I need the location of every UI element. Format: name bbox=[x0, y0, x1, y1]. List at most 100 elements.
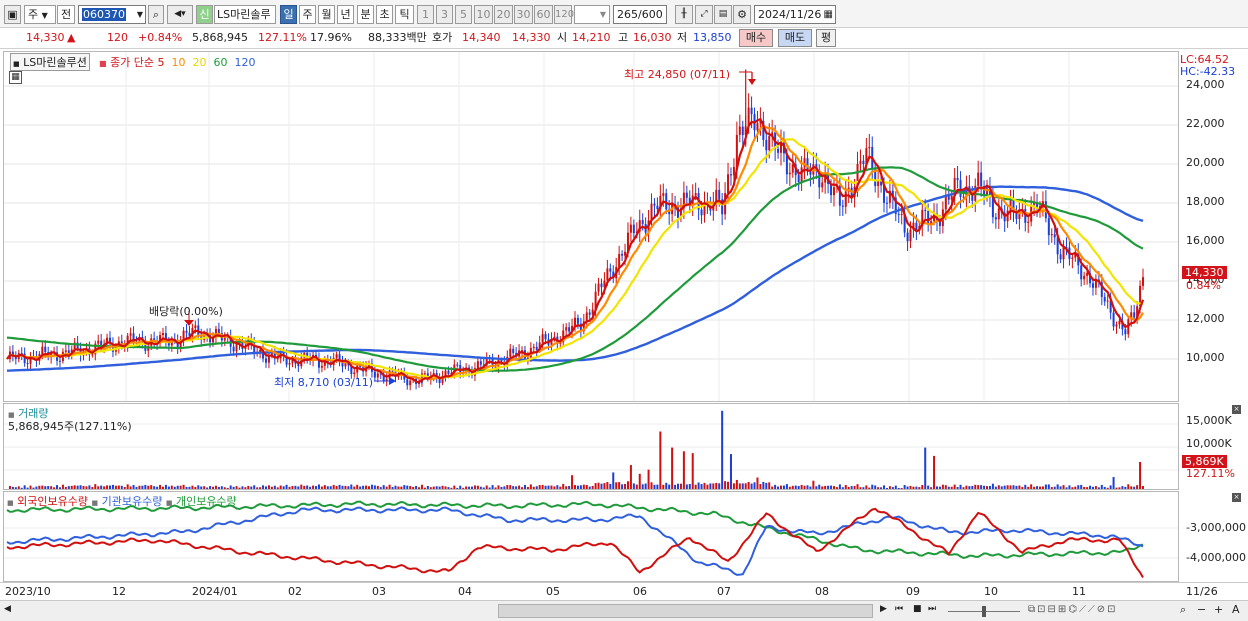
minute-1[interactable]: 1 bbox=[417, 5, 434, 24]
close-pane-icon[interactable]: × bbox=[1232, 493, 1241, 502]
volume-bar bbox=[1038, 486, 1041, 489]
volume-bar bbox=[135, 486, 138, 489]
zoom-handle[interactable] bbox=[982, 606, 986, 617]
volume-bar bbox=[117, 485, 120, 489]
minute-3[interactable]: 3 bbox=[436, 5, 453, 24]
count-input[interactable]: 265/600 bbox=[613, 5, 667, 24]
scroll-left-icon[interactable]: ◀ bbox=[4, 604, 11, 614]
institution-legend[interactable]: 기관보유수량 bbox=[102, 495, 163, 508]
holdings-tick: -3,000,000 bbox=[1186, 521, 1246, 534]
volume-bar bbox=[950, 486, 953, 489]
volume-bar bbox=[17, 486, 20, 489]
candle-body bbox=[235, 344, 238, 352]
chevron-down-icon: ▼ bbox=[41, 11, 48, 20]
minute-20[interactable]: 20 bbox=[494, 5, 513, 24]
volume-bar bbox=[53, 487, 56, 489]
font-icon[interactable]: A bbox=[1232, 603, 1240, 616]
tab-daily[interactable]: 일 bbox=[280, 5, 297, 24]
scroll-thumb[interactable] bbox=[498, 604, 873, 618]
tab-second[interactable]: 초 bbox=[376, 5, 393, 24]
chart-scrollbar[interactable]: ◀ ▶ ⏮ ■ ⏭ ⧉⊡⊟⊞⌬⟋⟋⊘⊡ ⌕ − + A bbox=[0, 600, 1248, 621]
minute-5[interactable]: 5 bbox=[455, 5, 472, 24]
ma-120-label[interactable]: 120 bbox=[235, 56, 256, 69]
speaker-icon[interactable]: ◀▾ bbox=[167, 5, 193, 24]
volume-bar bbox=[26, 487, 29, 489]
save-icon[interactable]: ▤ bbox=[714, 5, 732, 24]
window-icon[interactable]: ▣ bbox=[4, 5, 21, 24]
eval-button[interactable]: 평 bbox=[816, 29, 836, 47]
volume-bar bbox=[264, 486, 267, 489]
volume-bar bbox=[503, 486, 506, 489]
volume-bar bbox=[774, 484, 777, 489]
volume-bar bbox=[438, 486, 441, 489]
plus-icon[interactable]: + bbox=[1214, 603, 1223, 616]
volume-bar bbox=[691, 453, 694, 489]
close-pane-icon[interactable]: × bbox=[1232, 405, 1241, 414]
minute-select[interactable]: ▼ bbox=[574, 5, 610, 24]
sell-button[interactable]: 매도 bbox=[778, 29, 812, 47]
holdings-pane[interactable]: ■ 외국인보유수량 ■ 기관보유수량 ■ 개인보유수량 bbox=[3, 491, 1179, 582]
volume-bar bbox=[332, 484, 335, 489]
ma-10-label[interactable]: 10 bbox=[172, 56, 186, 69]
volume-bar bbox=[397, 486, 400, 489]
volume-bar bbox=[1036, 486, 1039, 489]
candle-body bbox=[897, 214, 900, 216]
ma-5-label[interactable]: 5 bbox=[158, 56, 165, 69]
minus-icon[interactable]: − bbox=[1197, 603, 1206, 616]
first-icon[interactable]: ⏮ bbox=[895, 604, 903, 614]
candle-body bbox=[64, 350, 67, 352]
candle-body bbox=[512, 348, 515, 354]
minute-120[interactable]: 120 bbox=[554, 5, 574, 24]
gear-icon[interactable]: ⚙ bbox=[733, 5, 751, 24]
foreign-legend[interactable]: 외국인보유수량 bbox=[17, 495, 88, 508]
buy-button[interactable]: 매수 bbox=[739, 29, 773, 47]
ma-20-label[interactable]: 20 bbox=[193, 56, 207, 69]
candle-body bbox=[376, 373, 379, 378]
zoom-out-icon[interactable]: ⌕ bbox=[1180, 603, 1186, 617]
volume-bar bbox=[1109, 485, 1112, 489]
ma-60-label[interactable]: 60 bbox=[214, 56, 228, 69]
volume-bar bbox=[906, 486, 909, 489]
prev-button[interactable]: 전 bbox=[57, 5, 75, 24]
code-input[interactable]: 060370 ▼ bbox=[78, 5, 146, 24]
volume-pane[interactable]: ■ 거래량 5,868,945주(127.11%) bbox=[3, 403, 1179, 490]
calendar-icon[interactable]: ▦ bbox=[824, 6, 833, 23]
volume-bar bbox=[373, 485, 376, 489]
volume-bar bbox=[815, 486, 818, 489]
minute-60[interactable]: 60 bbox=[534, 5, 553, 24]
tab-tick[interactable]: 틱 bbox=[395, 5, 414, 24]
volume-bar bbox=[235, 486, 238, 489]
volume-bar bbox=[988, 485, 991, 489]
grid-toggle-icon[interactable]: ▦ bbox=[9, 71, 22, 84]
tab-monthly[interactable]: 월 bbox=[318, 5, 335, 24]
minute-30[interactable]: 30 bbox=[514, 5, 533, 24]
tab-weekly[interactable]: 주 bbox=[299, 5, 316, 24]
stop-icon[interactable]: ■ bbox=[913, 604, 922, 614]
volume-bar bbox=[353, 486, 356, 489]
date-input[interactable]: 2024/11/26 ▦ bbox=[754, 5, 836, 24]
last-icon[interactable]: ⏭ bbox=[928, 604, 936, 614]
search-icon[interactable]: ⌕ bbox=[148, 5, 164, 24]
volume-bar bbox=[138, 485, 141, 489]
candle-body bbox=[859, 160, 862, 164]
market-select[interactable]: 주 ▼ bbox=[24, 5, 56, 24]
volume-bar bbox=[214, 485, 217, 489]
indicator-icon[interactable]: ⤢ bbox=[695, 5, 713, 24]
trade-amount: 88,333백만 bbox=[368, 31, 427, 44]
chart-title-box[interactable]: ■ LS마린솔루션 bbox=[10, 53, 90, 71]
volume-bar bbox=[144, 484, 147, 489]
volume-bar bbox=[423, 487, 426, 489]
volume-bar bbox=[832, 486, 835, 489]
candle-body bbox=[980, 172, 983, 187]
candle-icon[interactable]: ╫ bbox=[675, 5, 693, 24]
minute-10[interactable]: 10 bbox=[474, 5, 493, 24]
tool-icons[interactable]: ⧉⊡⊟⊞⌬⟋⟋⊘⊡ bbox=[1028, 604, 1118, 615]
individual-legend[interactable]: 개인보유수량 bbox=[176, 495, 237, 508]
tab-yearly[interactable]: 년 bbox=[337, 5, 354, 24]
volume-bar bbox=[76, 485, 79, 489]
play-right-icon[interactable]: ▶ bbox=[880, 604, 887, 614]
tab-minute[interactable]: 분 bbox=[357, 5, 374, 24]
volume-bar bbox=[582, 484, 585, 489]
price-pane[interactable]: ■ LS마린솔루션 ■ 종가 단순 5 10 20 60 120 ▦ 최고 24… bbox=[3, 51, 1179, 402]
volume-bar bbox=[1021, 486, 1024, 489]
